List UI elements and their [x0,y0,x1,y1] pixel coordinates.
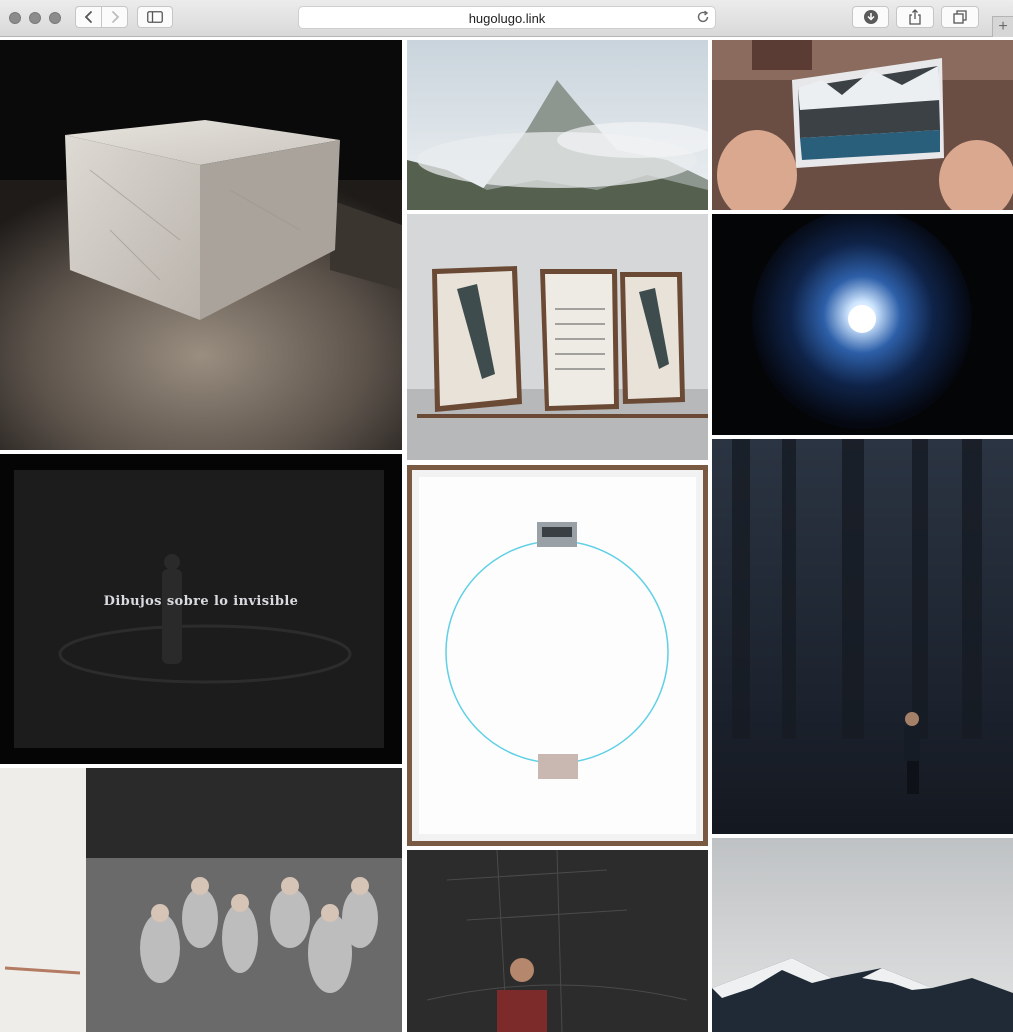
tile-man-in-dark-forest[interactable] [712,439,1013,834]
artwork-thumbnail [407,214,708,460]
gallery-grid: Dibujos sobre lo invisible [0,38,1013,1032]
new-tab-button[interactable]: + [992,16,1013,37]
artwork-thumbnail [0,454,402,764]
tile-dibujos-invisible[interactable]: Dibujos sobre lo invisible [0,454,402,764]
tile-circle-drawing[interactable] [407,465,708,846]
sidebar-icon [147,11,163,23]
tile-framed-flags-music[interactable] [407,214,708,460]
artwork-thumbnail [0,40,402,450]
zoom-window-button[interactable] [49,12,61,24]
tile-hands-postcard[interactable] [712,40,1013,210]
artwork-thumbnail [712,40,1013,210]
back-button[interactable] [75,6,102,28]
browser-toolbar: hugolugo.link + [0,0,1013,37]
artwork-thumbnail [407,465,708,846]
artwork-thumbnail [712,214,1013,435]
tile-galaxy-light[interactable] [712,214,1013,435]
close-window-button[interactable] [9,12,21,24]
address-bar[interactable]: hugolugo.link [298,6,716,29]
artwork-thumbnail [0,768,402,1032]
artwork-thumbnail [712,838,1013,1032]
tile-marble-cube[interactable] [0,40,402,450]
forward-button[interactable] [101,6,128,28]
downloads-button[interactable] [852,6,889,28]
chevron-left-icon [84,11,92,23]
url-text: hugolugo.link [468,11,546,26]
tabs-overview-icon [953,10,967,24]
reload-icon [697,10,709,23]
artwork-thumbnail [407,40,708,210]
tile-soldiers-painting[interactable] [0,768,402,1032]
artwork-caption: Dibujos sobre lo invisible [103,594,299,609]
chevron-right-icon [111,11,119,23]
artwork-thumbnail [712,439,1013,834]
show-tabs-button[interactable] [941,6,979,28]
artwork-thumbnail [407,850,708,1032]
sidebar-toggle-button[interactable] [137,6,173,28]
download-icon [863,10,878,24]
share-button[interactable] [896,6,934,28]
minimize-window-button[interactable] [29,12,41,24]
reload-button[interactable] [696,10,710,29]
tile-snowy-mountains[interactable] [712,838,1013,1032]
share-icon [909,9,921,25]
tile-misty-mountain[interactable] [407,40,708,210]
tile-man-ship-drawing[interactable] [407,850,708,1032]
